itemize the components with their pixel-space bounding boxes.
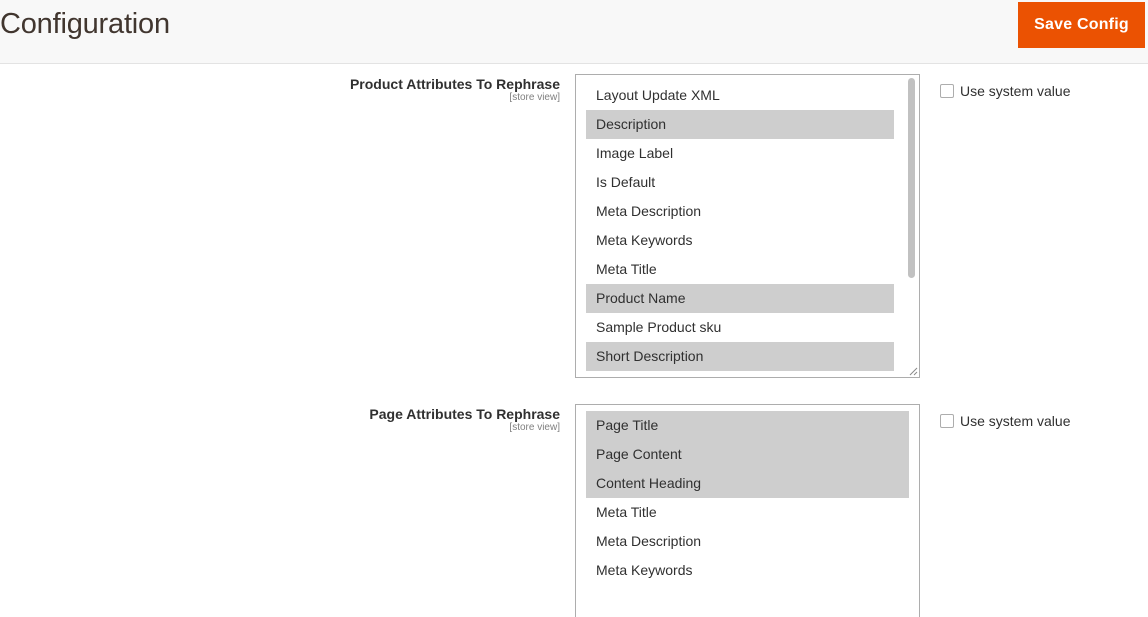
option-content-heading[interactable]: Content Heading	[586, 469, 909, 498]
save-config-button[interactable]: Save Config	[1018, 2, 1145, 48]
scrollbar-thumb[interactable]	[908, 78, 915, 278]
option-meta-keywords[interactable]: Meta Keywords	[586, 226, 894, 255]
option-image-label[interactable]: Image Label	[586, 139, 894, 168]
option-meta-keywords[interactable]: Meta Keywords	[586, 556, 909, 585]
page-header: Configuration Save Config	[0, 0, 1148, 64]
option-meta-description[interactable]: Meta Description	[586, 197, 894, 226]
use-system-value-checkbox[interactable]	[940, 414, 954, 428]
field-label: Product Attributes To Rephrase	[349, 76, 560, 92]
field-label: Page Attributes To Rephrase	[369, 406, 560, 422]
product-attributes-multiselect[interactable]: Layout Update XML Description Image Labe…	[575, 74, 920, 378]
option-meta-title[interactable]: Meta Title	[586, 255, 894, 284]
option-description[interactable]: Description	[586, 110, 894, 139]
scope-label: [store view]	[509, 422, 560, 433]
option-page-title[interactable]: Page Title	[586, 411, 909, 440]
option-meta-description[interactable]: Meta Description	[586, 527, 909, 556]
option-product-name[interactable]: Product Name	[586, 284, 894, 313]
option-is-default[interactable]: Is Default	[586, 168, 894, 197]
page-attributes-multiselect[interactable]: Page Title Page Content Content Heading …	[575, 404, 920, 617]
use-system-value-product[interactable]: Use system value	[940, 82, 1070, 100]
option-meta-title[interactable]: Meta Title	[586, 498, 909, 527]
use-system-value-label: Use system value	[960, 83, 1071, 99]
configuration-page: Configuration Save Config Product Attrib…	[0, 0, 1148, 617]
option-short-description[interactable]: Short Description	[586, 342, 894, 371]
scope-label: [store view]	[509, 92, 560, 103]
option-layout-update-xml[interactable]: Layout Update XML	[586, 81, 894, 110]
use-system-value-label: Use system value	[960, 413, 1071, 429]
option-sample-product-sku[interactable]: Sample Product sku	[586, 313, 894, 342]
resize-handle-icon[interactable]	[908, 366, 918, 376]
page-title: Configuration	[0, 8, 170, 40]
use-system-value-checkbox[interactable]	[940, 84, 954, 98]
option-page-content[interactable]: Page Content	[586, 440, 909, 469]
use-system-value-page[interactable]: Use system value	[940, 412, 1070, 430]
scrollbar[interactable]	[905, 75, 919, 365]
